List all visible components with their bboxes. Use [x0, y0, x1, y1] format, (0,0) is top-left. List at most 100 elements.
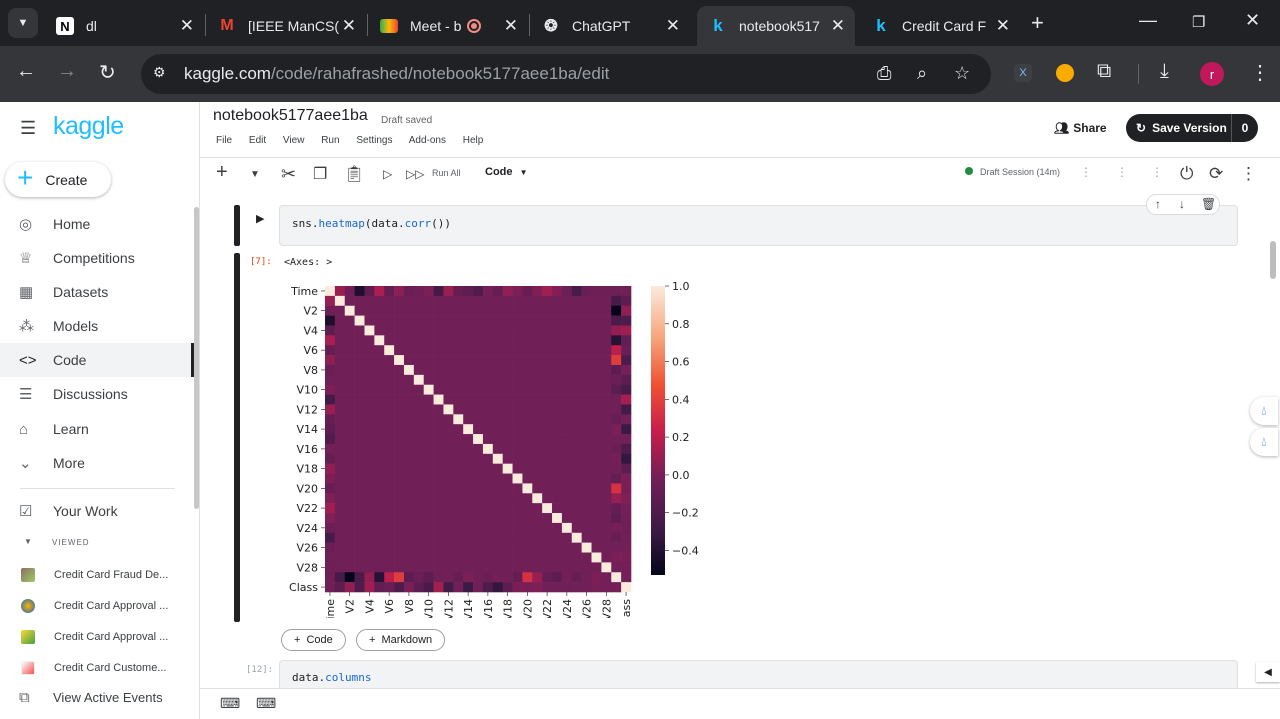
extension-icon[interactable]: [1056, 64, 1074, 82]
heatmap-cell: [601, 325, 612, 336]
sidebar-item-datasets[interactable]: ▦ Datasets: [0, 275, 195, 309]
heatmap-cell: [423, 404, 434, 415]
paste-icon[interactable]: 📋︎: [344, 164, 364, 184]
profile-avatar[interactable]: r: [1200, 62, 1224, 86]
create-button[interactable]: + Create: [5, 162, 111, 197]
run-all-icon[interactable]: ▷▷: [406, 167, 424, 181]
keyboard-icon[interactable]: ⌨: [256, 695, 276, 712]
browser-tab[interactable]: N dl ✕: [44, 6, 204, 46]
sidebar-scrollbar[interactable]: [194, 207, 199, 509]
cut-icon[interactable]: ✂: [281, 164, 296, 185]
forward-icon[interactable]: →: [57, 60, 77, 83]
cell-source[interactable]: sns.heatmap(data.corr()): [292, 217, 451, 230]
session-meter-icon[interactable]: ⋮: [1116, 165, 1128, 179]
site-settings-icon[interactable]: ⚙: [153, 64, 166, 81]
add-cell-icon[interactable]: +: [216, 161, 228, 184]
session-meter-icon[interactable]: ⋮: [1151, 165, 1163, 179]
zoom-icon[interactable]: ⌕: [917, 63, 927, 84]
delete-icon[interactable]: 🗑︎: [1201, 197, 1216, 211]
run-cell-play-icon[interactable]: ▶: [256, 212, 264, 225]
cell-source[interactable]: data.columns: [292, 671, 371, 684]
chrome-menu-icon[interactable]: ⋮: [1250, 60, 1270, 85]
browser-tab[interactable]: ❂ ChatGPT ✕: [530, 6, 690, 46]
sidebar-item-discussions[interactable]: ☰ Discussions: [0, 377, 195, 411]
code-cell[interactable]: sns.heatmap(data.corr()): [279, 205, 1238, 246]
viewed-chevron-icon[interactable]: ▼: [24, 537, 32, 546]
close-icon[interactable]: ✕: [996, 16, 1010, 36]
run-cell-icon[interactable]: ▷: [383, 167, 392, 181]
heatmap-cell: [552, 552, 563, 563]
menu-file[interactable]: File: [216, 135, 232, 146]
sidebar-item-your-work[interactable]: ☑ Your Work: [0, 494, 195, 528]
minimize-icon[interactable]: —: [1139, 10, 1157, 31]
sidebar-item-models[interactable]: ⁂ Models: [0, 309, 195, 343]
menu-edit[interactable]: Edit: [249, 135, 266, 146]
browser-tab[interactable]: k Credit Card F ✕: [860, 6, 1020, 46]
close-icon[interactable]: ✕: [342, 16, 356, 36]
recent-item[interactable]: Credit Card Custome...: [0, 653, 166, 683]
add-code-cell-button[interactable]: + Code: [281, 629, 346, 651]
hamburger-menu-icon[interactable]: ☰: [20, 118, 36, 139]
close-icon[interactable]: ✕: [504, 16, 518, 36]
run-all-button[interactable]: Run All: [432, 168, 461, 178]
add-markdown-cell-button[interactable]: + Markdown: [356, 629, 446, 651]
window-close-icon[interactable]: ✕: [1245, 10, 1260, 31]
menu-help[interactable]: Help: [463, 135, 484, 146]
sidebar-item-more[interactable]: ⌄ More: [0, 446, 195, 480]
restart-icon[interactable]: ⟳: [1209, 164, 1223, 184]
view-active-events[interactable]: ⧉ View Active Events: [0, 680, 195, 714]
recent-item[interactable]: Credit Card Approval ...: [0, 622, 168, 652]
sidebar-item-home[interactable]: ◎ Home: [0, 207, 195, 241]
address-bar[interactable]: ⚙ kaggle.com/code/rahafrashed/notebook51…: [141, 54, 991, 94]
browser-tab[interactable]: Meet - b ✕: [368, 6, 528, 46]
console-icon[interactable]: ⌨: [220, 695, 240, 712]
download-icon[interactable]: ⤓: [1160, 60, 1169, 83]
version-count[interactable]: 0: [1231, 114, 1258, 142]
sidebar-item-code[interactable]: <> Code: [0, 343, 195, 377]
recent-item[interactable]: Credit Card Approval ...: [0, 591, 168, 621]
session-status[interactable]: Draft Session (14m): [965, 167, 1060, 177]
browser-tab-active[interactable]: k notebook517 ✕: [697, 6, 855, 46]
ai-assist-icon[interactable]: 💧︎: [1250, 397, 1278, 425]
notebook-title[interactable]: notebook5177aee1ba: [213, 107, 368, 125]
close-icon[interactable]: ✕: [666, 16, 680, 36]
sidebar-item-competitions[interactable]: ♕ Competitions: [0, 241, 195, 275]
menu-run[interactable]: Run: [321, 135, 339, 146]
recent-item[interactable]: Credit Card Fraud De...: [0, 560, 168, 590]
menu-view[interactable]: View: [283, 135, 305, 146]
more-options-icon[interactable]: ⋮: [1240, 164, 1257, 184]
browser-tab[interactable]: M [IEEE ManCS( ✕: [206, 6, 366, 46]
cell-type-select[interactable]: Code ▼: [485, 166, 527, 178]
heatmap-cell: [344, 394, 355, 405]
extensions-puzzle-icon[interactable]: ⧉: [1097, 60, 1111, 83]
close-icon[interactable]: ✕: [831, 16, 845, 36]
bookmark-star-icon[interactable]: ☆: [954, 63, 970, 84]
save-version-button[interactable]: ↻ Save Version 0: [1126, 114, 1258, 142]
restore-icon[interactable]: ❐: [1192, 13, 1205, 31]
reload-icon[interactable]: ↻: [99, 60, 116, 85]
extension-x-icon[interactable]: X: [1014, 64, 1032, 82]
move-up-icon[interactable]: ↑: [1155, 197, 1161, 211]
power-icon[interactable]: ⏻: [1180, 164, 1193, 184]
session-meter-icon[interactable]: ⋮: [1080, 165, 1092, 179]
install-app-icon[interactable]: ⎙: [877, 63, 891, 84]
code-cell[interactable]: data.columns: [279, 660, 1238, 690]
copy-icon[interactable]: ❐: [313, 164, 327, 184]
move-down-icon[interactable]: ↓: [1179, 197, 1185, 211]
heatmap-cell: [403, 404, 415, 415]
heatmap-cell: [601, 572, 612, 583]
ai-assist-icon[interactable]: 💧︎: [1250, 428, 1278, 456]
add-cell-dropdown-icon[interactable]: ▼: [250, 169, 260, 180]
back-icon[interactable]: ←: [16, 60, 36, 83]
collapse-panel-icon[interactable]: ◀: [1256, 662, 1280, 682]
kaggle-logo[interactable]: kaggle: [53, 112, 124, 141]
tab-search-button[interactable]: ▼: [8, 8, 38, 38]
heatmap-cell: [325, 345, 336, 356]
close-icon[interactable]: ✕: [180, 16, 194, 36]
menu-add-ons[interactable]: Add-ons: [409, 135, 446, 146]
new-tab-button[interactable]: +: [1031, 10, 1044, 36]
sidebar-item-learn[interactable]: ⌂ Learn: [0, 412, 195, 446]
main-scrollbar[interactable]: [1270, 241, 1276, 279]
share-button[interactable]: 👥︎ Share: [1054, 121, 1107, 135]
menu-settings[interactable]: Settings: [356, 135, 392, 146]
